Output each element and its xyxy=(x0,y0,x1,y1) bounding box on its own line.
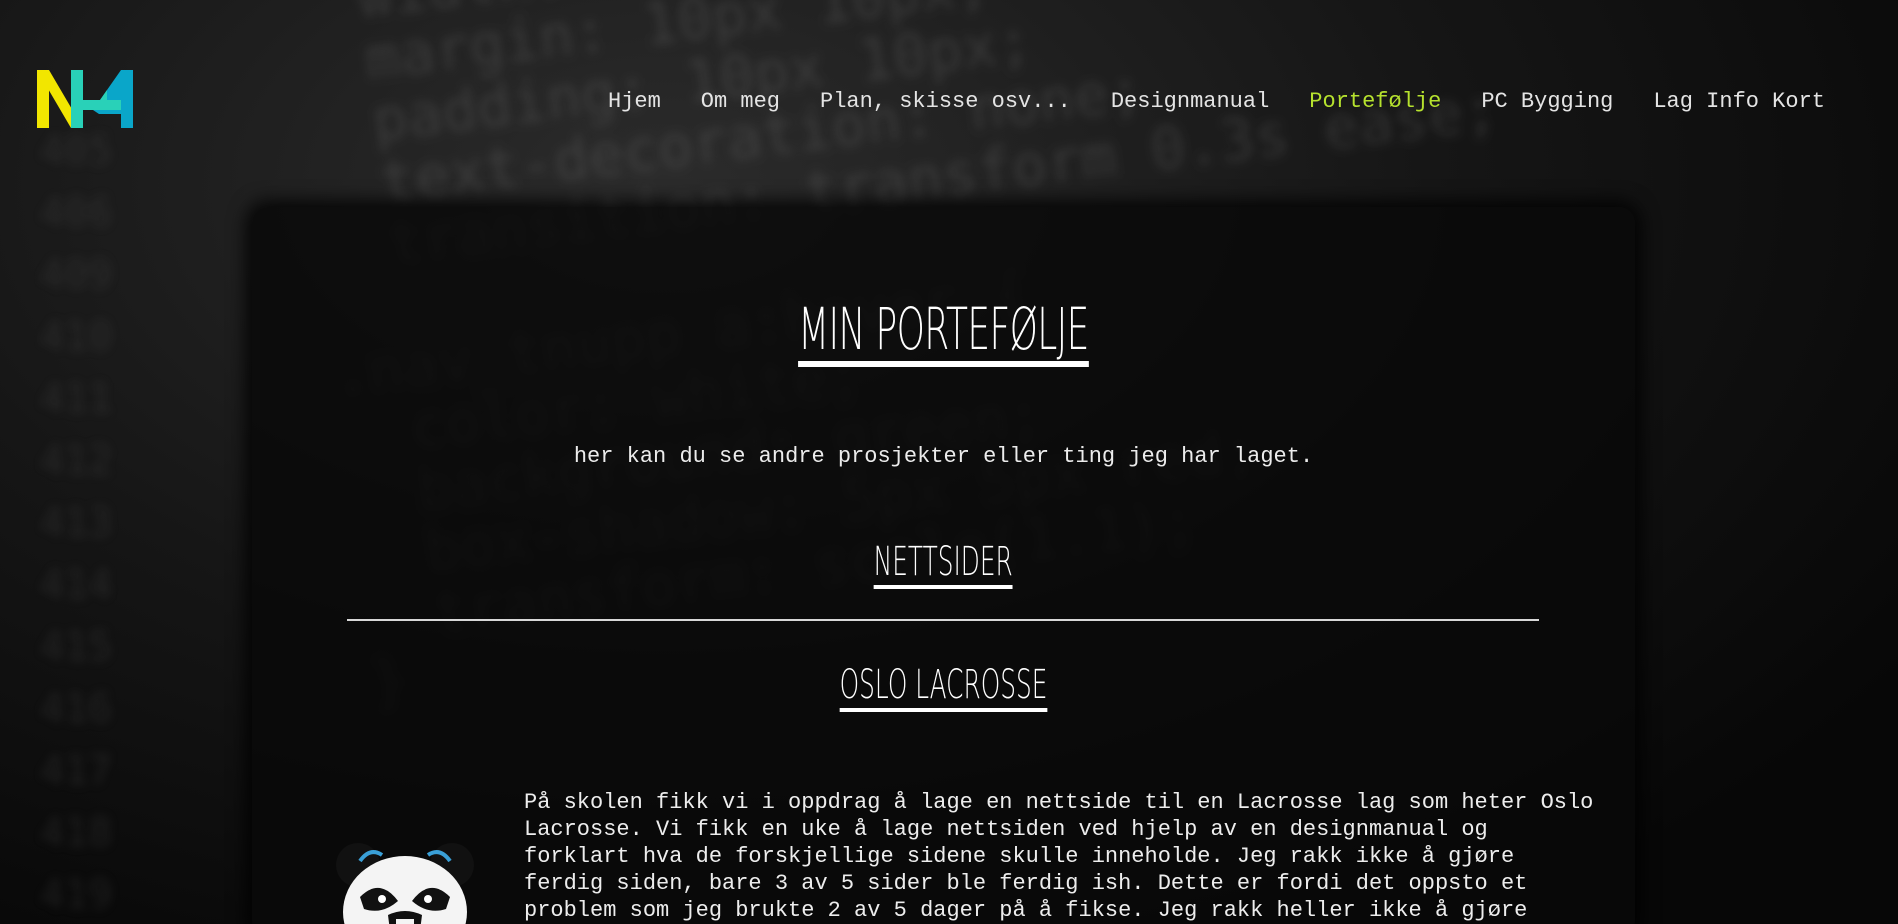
main-nav: Hjem Om meg Plan, skisse osv... Designma… xyxy=(568,88,1825,116)
content-panel: Min Portefølje her kan du se andre prosj… xyxy=(252,207,1635,924)
project-description: På skolen fikk vi i oppdrag å lage en ne… xyxy=(524,790,1594,923)
nav-item-designmanual[interactable]: Designmanual xyxy=(1111,88,1269,116)
page-title: Min Portefølje xyxy=(798,299,1089,367)
nav-item-lag-info-kort[interactable]: Lag Info Kort xyxy=(1653,88,1825,116)
nav-item-om-meg[interactable]: Om meg xyxy=(701,88,780,116)
project-heading-wrap: Oslo Lacrosse xyxy=(252,663,1635,712)
section-heading-nettsider: Nettsider xyxy=(873,540,1014,589)
nav-item-hjem[interactable]: Hjem xyxy=(608,88,661,116)
page-title-wrap: Min Portefølje xyxy=(252,299,1635,367)
panda-mascot-logo-icon[interactable] xyxy=(330,837,480,924)
nav-item-portefolje[interactable]: Portefølje xyxy=(1309,88,1441,116)
section-heading-wrap: Nettsider xyxy=(252,540,1635,589)
background-line-numbers: 405 406 409 410 411 412 413 414 415 416 … xyxy=(40,128,113,918)
nh-logo-icon[interactable] xyxy=(37,70,139,128)
nav-item-pc-bygging[interactable]: PC Bygging xyxy=(1481,88,1613,116)
nav-item-plan-skisse[interactable]: Plan, skisse osv... xyxy=(820,88,1071,116)
project-title: Oslo Lacrosse xyxy=(839,663,1048,712)
intro-text: her kan du se andre prosjekter eller tin… xyxy=(573,444,1314,469)
section-divider xyxy=(347,619,1539,621)
